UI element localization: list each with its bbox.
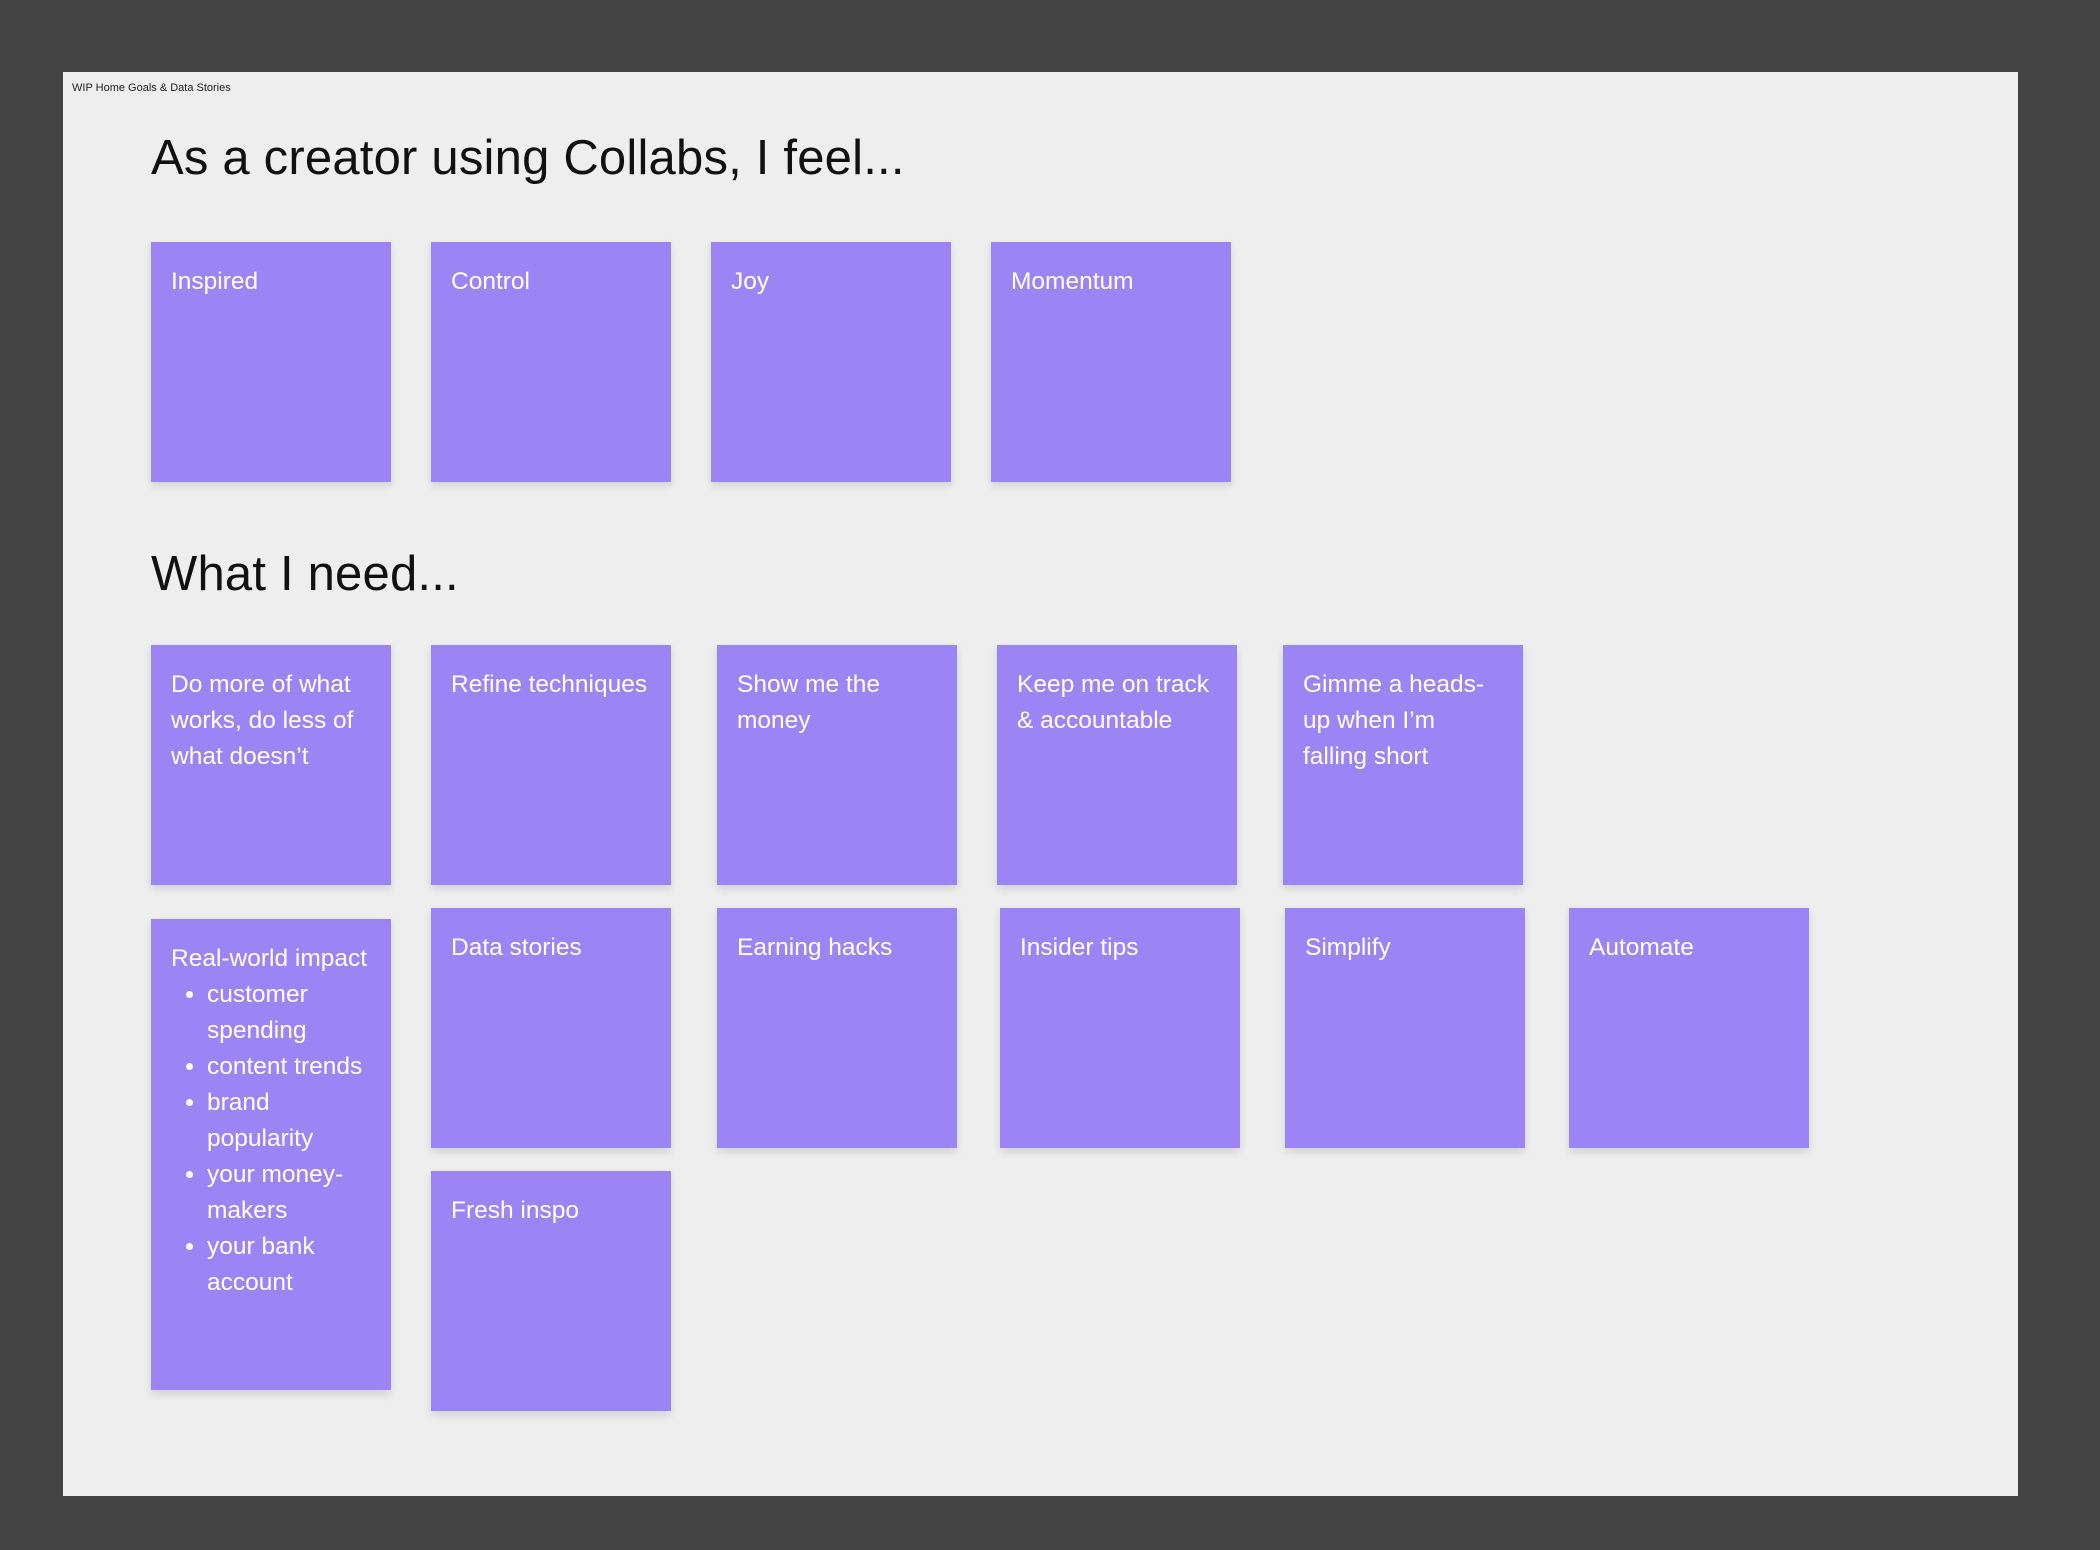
sticky-note-text: Data stories <box>451 934 582 961</box>
sticky-note-text: Joy <box>731 268 770 295</box>
sticky-note-fresh-inspo[interactable]: Fresh inspo <box>431 1171 671 1411</box>
sticky-note-inspired[interactable]: Inspired <box>151 242 391 482</box>
sticky-note-control[interactable]: Control <box>431 242 671 482</box>
board-frame[interactable]: WIP Home Goals & Data Stories As a creat… <box>63 72 2018 1496</box>
sticky-note-real-world-impact[interactable]: Real-world impact customer spending cont… <box>151 919 391 1390</box>
sticky-note-earning-hacks[interactable]: Earning hacks <box>715 908 959 1148</box>
impact-list-item: customer spending <box>207 977 371 1049</box>
sticky-note-text: Automate <box>1589 934 1694 961</box>
feel-heading[interactable]: As a creator using Collabs, I feel... <box>151 130 905 186</box>
sticky-note-joy[interactable]: Joy <box>711 242 951 482</box>
sticky-note-text: Momentum <box>1011 268 1134 295</box>
sticky-note-refine-techniques[interactable]: Refine techniques <box>431 645 671 885</box>
frame-label[interactable]: WIP Home Goals & Data Stories <box>72 82 231 94</box>
need-heading[interactable]: What I need... <box>151 546 459 602</box>
sticky-note-text: Do more of what works, do less of what d… <box>171 671 354 770</box>
sticky-note-data-stories[interactable]: Data stories <box>431 908 671 1148</box>
sticky-note-simplify[interactable]: Simplify <box>1283 908 1527 1148</box>
impact-list-item: content trends <box>207 1049 371 1085</box>
sticky-note-text: Refine techniques <box>451 671 648 698</box>
sticky-note-text: Simplify <box>1305 934 1391 961</box>
impact-list-item: your bank account <box>207 1229 371 1301</box>
sticky-note-insider-tips[interactable]: Insider tips <box>1000 908 1240 1148</box>
sticky-note-heads-up[interactable]: Gimme a heads-up when I’m falling short <box>1281 645 1525 885</box>
impact-list-item: brand popularity <box>207 1085 371 1157</box>
sticky-note-title: Real-world impact <box>171 945 368 972</box>
sticky-note-momentum[interactable]: Momentum <box>991 242 1231 482</box>
sticky-note-text: Inspired <box>171 268 259 295</box>
sticky-note-text: Control <box>451 268 530 295</box>
sticky-note-text: Fresh inspo <box>451 1197 580 1224</box>
sticky-note-automate[interactable]: Automate <box>1567 908 1811 1148</box>
sticky-note-keep-on-track[interactable]: Keep me on track & accountable <box>995 645 1239 885</box>
sticky-note-text: Insider tips <box>1020 934 1139 961</box>
sticky-note-text: Keep me on track & accountable <box>1017 671 1210 734</box>
sticky-note-text: Gimme a heads-up when I’m falling short <box>1303 671 1485 770</box>
impact-list-item: your money-makers <box>207 1157 371 1229</box>
sticky-note-text: Earning hacks <box>737 934 893 961</box>
impact-list: customer spending content trends brand p… <box>171 977 371 1301</box>
sticky-note-do-more[interactable]: Do more of what works, do less of what d… <box>151 645 391 885</box>
sticky-note-show-money[interactable]: Show me the money <box>715 645 959 885</box>
whiteboard-canvas[interactable]: WIP Home Goals & Data Stories As a creat… <box>0 0 2100 1550</box>
sticky-note-text: Show me the money <box>737 671 880 734</box>
